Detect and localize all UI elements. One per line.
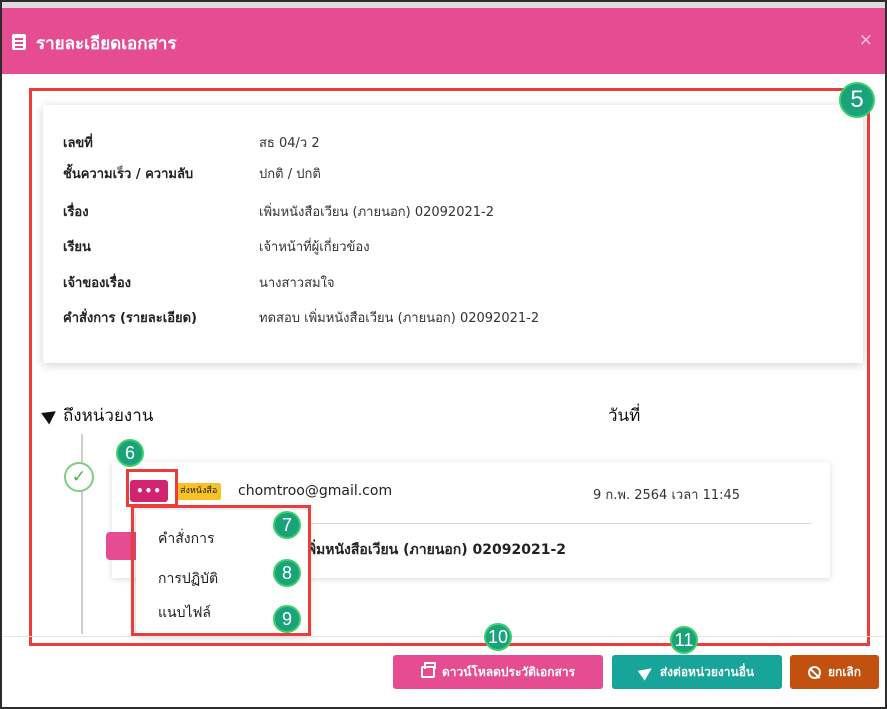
- forward-label: ส่งต่อหน่วยงานอื่น: [659, 664, 755, 679]
- send-icon: [637, 663, 656, 681]
- callout-badge: 9: [273, 605, 301, 633]
- document-detail-modal: รายละเอียดเอกสาร × เลขที่ สธ 04/ว 2 ชั้น…: [0, 0, 887, 709]
- modal-title: รายละเอียดเอกสาร: [36, 34, 177, 54]
- download-history-label: ดาวน์โหลดประวัติเอกสาร: [441, 664, 576, 679]
- callout-badge: 8: [273, 559, 301, 587]
- callout-badge: 10: [484, 623, 512, 651]
- printer-icon: [420, 662, 436, 678]
- forward-button[interactable]: ส่งต่อหน่วยงานอื่น: [612, 655, 782, 689]
- callout-badge: 11: [670, 626, 698, 654]
- footer-divider: [2, 636, 885, 637]
- callout-badge: 7: [273, 511, 301, 539]
- download-history-button[interactable]: ดาวน์โหลดประวัติเอกสาร: [393, 655, 603, 689]
- close-icon[interactable]: ×: [859, 30, 873, 50]
- ban-icon: [807, 665, 821, 679]
- cancel-label: ยกเลิก: [827, 664, 862, 679]
- callout-badge: 6: [116, 439, 144, 467]
- callout-badge: 5: [839, 82, 875, 118]
- cancel-button[interactable]: ยกเลิก: [790, 655, 879, 689]
- modal-header: รายละเอียดเอกสาร ×: [2, 8, 885, 74]
- document-icon: [12, 34, 26, 50]
- highlight-box-6: [126, 469, 178, 507]
